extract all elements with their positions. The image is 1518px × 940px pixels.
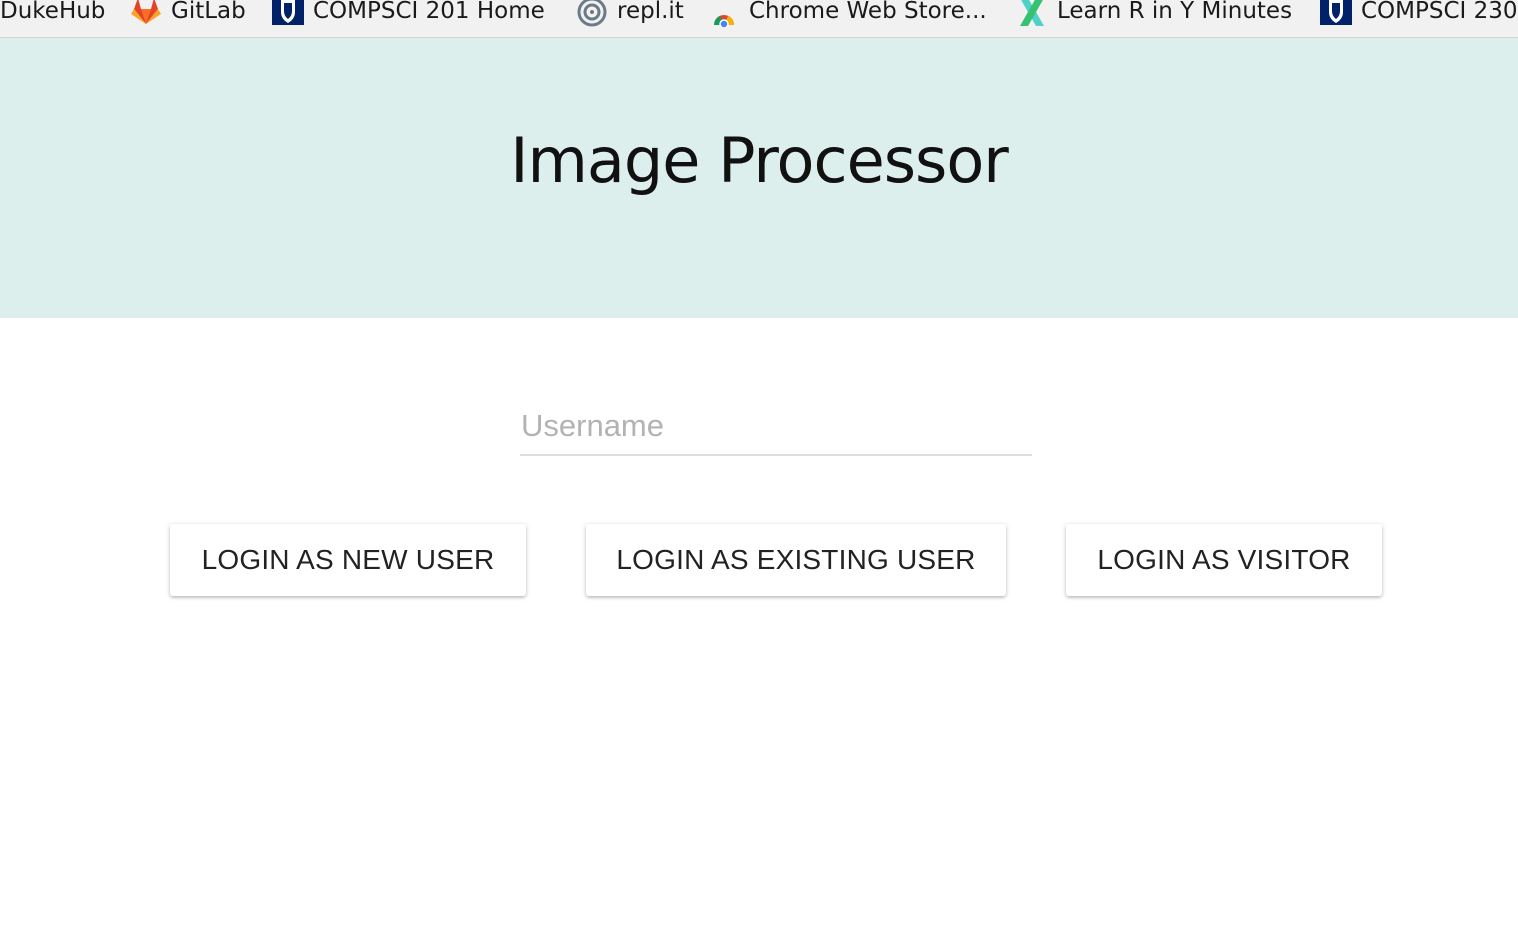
bookmark-chrome-web-store[interactable]: Chrome Web Store... xyxy=(708,0,987,29)
app-header: Image Processor xyxy=(0,38,1518,318)
login-visitor-button[interactable]: LOGIN AS VISITOR xyxy=(1066,524,1382,596)
bookmark-replit[interactable]: repl.it xyxy=(576,0,684,28)
page-title: Image Processor xyxy=(510,124,1009,197)
bookmark-gitlab[interactable]: GitLab xyxy=(130,0,246,28)
bookmark-label: repl.it xyxy=(617,0,684,24)
chrome-web-store-icon xyxy=(708,0,740,29)
login-existing-user-button[interactable]: LOGIN AS EXISTING USER xyxy=(586,524,1006,596)
login-new-user-button[interactable]: LOGIN AS NEW USER xyxy=(170,524,526,596)
gitlab-fox-icon xyxy=(130,0,162,27)
bookmark-compsci-201[interactable]: COMPSCI 201 Home xyxy=(272,0,545,28)
duke-shield-icon xyxy=(272,0,304,27)
bookmarks-bar: DukeHub GitLab COMPSCI 201 Home repl.it … xyxy=(0,0,1518,38)
username-input[interactable] xyxy=(520,398,1032,456)
replit-swirl-icon xyxy=(576,0,608,27)
bookmark-label: Chrome Web Store... xyxy=(749,0,987,24)
bookmark-learn-r[interactable]: Learn R in Y Minutes xyxy=(1016,0,1292,28)
duke-shield-icon xyxy=(1320,0,1352,27)
bookmark-label: DukeHub xyxy=(0,0,106,24)
bookmark-label: Learn R in Y Minutes xyxy=(1057,0,1293,24)
bookmark-label: GitLab xyxy=(171,0,246,24)
learn-x-icon xyxy=(1016,0,1048,27)
bookmark-dukehub[interactable]: DukeHub xyxy=(0,0,105,28)
bookmark-label: COMPSCI 201 Home xyxy=(313,0,545,24)
bookmark-compsci-230[interactable]: COMPSCI 230 xyxy=(1320,0,1518,28)
bookmark-label: COMPSCI 230 xyxy=(1361,0,1518,24)
